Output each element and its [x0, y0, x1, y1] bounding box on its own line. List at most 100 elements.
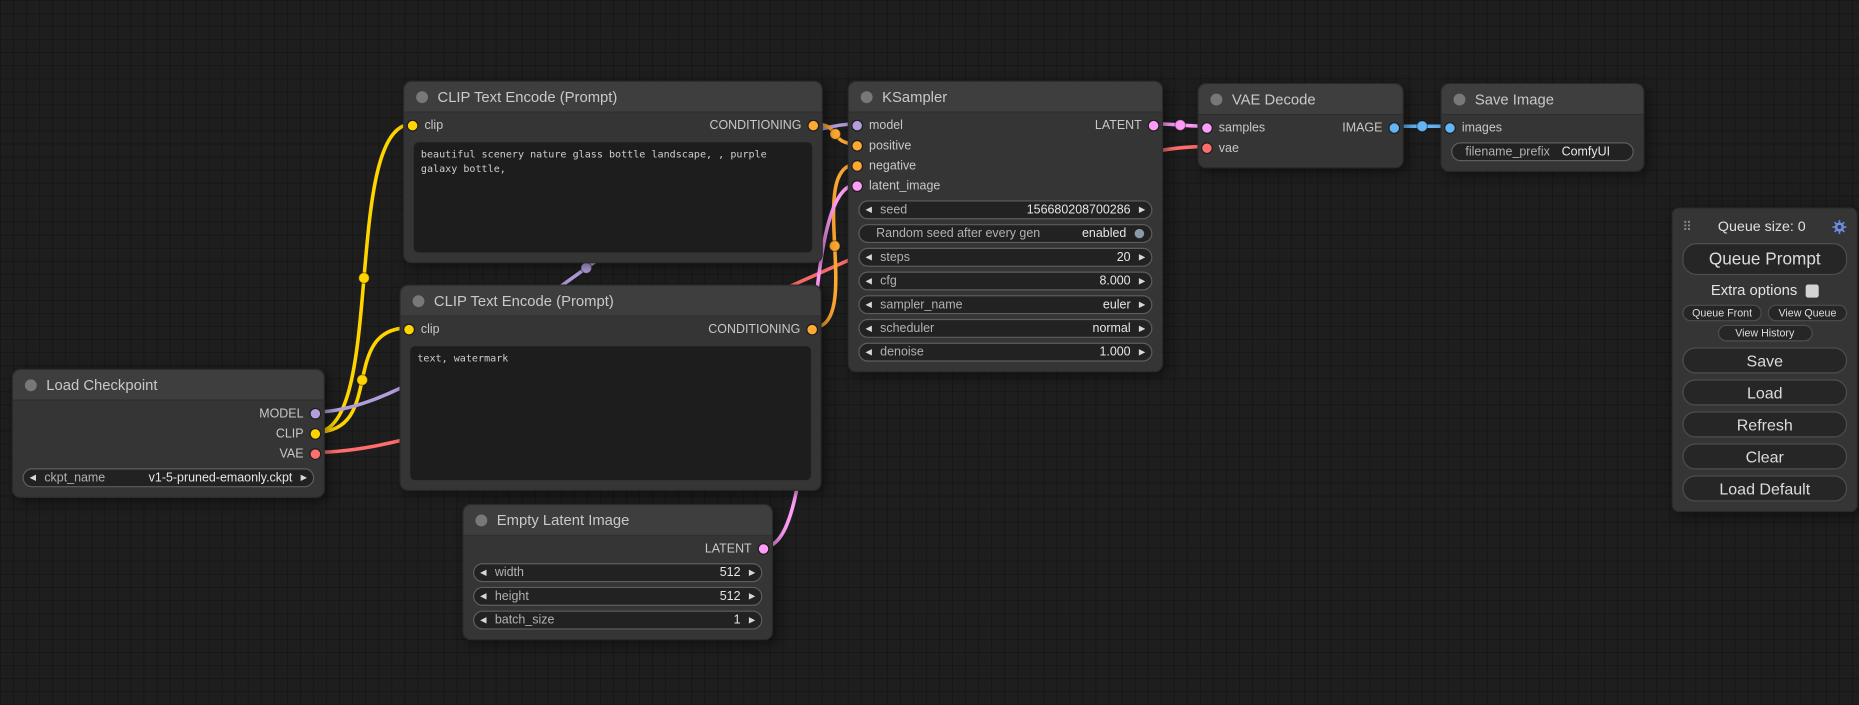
denoise-widget[interactable]: ◀ denoise 1.000 ▶ — [858, 343, 1152, 362]
input-slot-images[interactable] — [1445, 123, 1454, 132]
settings-gear-icon[interactable] — [1832, 219, 1847, 234]
decrement-arrow-icon[interactable]: ◀ — [865, 206, 871, 214]
combo-right-icon[interactable]: ▶ — [301, 474, 307, 482]
increment-arrow-icon[interactable]: ▶ — [749, 592, 755, 600]
increment-arrow-icon[interactable]: ▶ — [749, 616, 755, 624]
output-slot-model[interactable] — [311, 408, 320, 417]
node-graph-canvas[interactable]: Load Checkpoint MODEL CLIP VAE ◀ ckpt_na… — [0, 0, 1859, 705]
output-label-latent: LATENT — [1095, 118, 1142, 132]
filename-prefix-widget[interactable]: filename_prefix ComfyUI — [1451, 142, 1634, 161]
cfg-widget[interactable]: ◀ cfg 8.000 ▶ — [858, 272, 1152, 291]
combo-left-icon[interactable]: ◀ — [30, 474, 36, 482]
clear-button[interactable]: Clear — [1682, 443, 1847, 469]
combo-right-icon[interactable]: ▶ — [1139, 301, 1145, 309]
input-label-negative: negative — [869, 158, 916, 172]
prompt-textarea[interactable]: text, watermark — [410, 346, 811, 480]
queue-prompt-button[interactable]: Queue Prompt — [1682, 243, 1847, 275]
toggle-indicator-dot — [1135, 229, 1144, 238]
input-label-vae: vae — [1219, 140, 1239, 154]
height-widget[interactable]: ◀ height 512 ▶ — [473, 587, 762, 606]
node-title-bar[interactable]: Load Checkpoint — [13, 370, 324, 401]
input-slot-latent-image[interactable] — [852, 181, 861, 190]
input-slot-negative[interactable] — [852, 161, 861, 170]
node-collapse-dot[interactable] — [416, 91, 428, 103]
node-title-text: Empty Latent Image — [497, 512, 630, 529]
increment-arrow-icon[interactable]: ▶ — [1139, 253, 1145, 261]
input-slot-clip[interactable] — [404, 324, 413, 333]
node-collapse-dot[interactable] — [861, 91, 873, 103]
node-title-bar[interactable]: CLIP Text Encode (Prompt) — [404, 82, 821, 113]
output-slot-image[interactable] — [1390, 123, 1399, 132]
combo-left-icon[interactable]: ◀ — [865, 301, 871, 309]
input-slot-clip[interactable] — [408, 120, 417, 129]
extra-options-checkbox[interactable] — [1806, 284, 1819, 297]
load-button[interactable]: Load — [1682, 379, 1847, 405]
node-clip-text-encode-negative[interactable]: CLIP Text Encode (Prompt) clip CONDITION… — [400, 285, 822, 491]
queue-front-button[interactable]: Queue Front — [1682, 305, 1761, 322]
steps-widget[interactable]: ◀ steps 20 ▶ — [858, 248, 1152, 267]
node-collapse-dot[interactable] — [1454, 93, 1466, 105]
node-title-text: VAE Decode — [1232, 91, 1316, 108]
output-slot-latent[interactable] — [1149, 120, 1158, 129]
output-slot-vae[interactable] — [311, 449, 320, 458]
random-seed-toggle-widget[interactable]: Random seed after every gen enabled — [858, 224, 1152, 243]
save-button[interactable]: Save — [1682, 347, 1847, 373]
decrement-arrow-icon[interactable]: ◀ — [480, 592, 486, 600]
decrement-arrow-icon[interactable]: ◀ — [865, 348, 871, 356]
widget-value: 512 — [720, 566, 741, 580]
widget-value: 1.000 — [1099, 345, 1130, 359]
input-slot-samples[interactable] — [1202, 123, 1211, 132]
link-midpoint-dot — [830, 129, 841, 140]
output-label-clip: CLIP — [276, 426, 304, 440]
node-title-bar[interactable]: VAE Decode — [1199, 84, 1403, 115]
sampler-name-widget[interactable]: ◀ sampler_name euler ▶ — [858, 295, 1152, 314]
refresh-button[interactable]: Refresh — [1682, 411, 1847, 437]
node-save-image[interactable]: Save Image images filename_prefix ComfyU… — [1441, 83, 1645, 172]
decrement-arrow-icon[interactable]: ◀ — [480, 616, 486, 624]
decrement-arrow-icon[interactable]: ◀ — [865, 253, 871, 261]
node-load-checkpoint[interactable]: Load Checkpoint MODEL CLIP VAE ◀ ckpt_na… — [12, 369, 325, 498]
view-history-button[interactable]: View History — [1717, 325, 1812, 342]
widget-value: euler — [1103, 298, 1131, 312]
node-title-bar[interactable]: Empty Latent Image — [464, 505, 772, 536]
prompt-textarea[interactable]: beautiful scenery nature glass bottle la… — [414, 142, 812, 252]
increment-arrow-icon[interactable]: ▶ — [1139, 348, 1145, 356]
decrement-arrow-icon[interactable]: ◀ — [480, 568, 486, 576]
width-widget[interactable]: ◀ width 512 ▶ — [473, 563, 762, 582]
output-slot-conditioning[interactable] — [807, 324, 816, 333]
scheduler-widget[interactable]: ◀ scheduler normal ▶ — [858, 319, 1152, 338]
input-slot-model[interactable] — [852, 120, 861, 129]
increment-arrow-icon[interactable]: ▶ — [749, 568, 755, 576]
output-label-image: IMAGE — [1342, 120, 1382, 134]
combo-left-icon[interactable]: ◀ — [865, 324, 871, 332]
node-collapse-dot[interactable] — [475, 514, 487, 526]
node-title-bar[interactable]: Save Image — [1442, 84, 1644, 115]
node-collapse-dot[interactable] — [413, 295, 425, 307]
seed-widget[interactable]: ◀ seed 156680208700286 ▶ — [858, 200, 1152, 219]
node-title-bar[interactable]: KSampler — [849, 82, 1162, 113]
combo-right-icon[interactable]: ▶ — [1139, 324, 1145, 332]
batch-size-widget[interactable]: ◀ batch_size 1 ▶ — [473, 611, 762, 630]
input-slot-vae[interactable] — [1202, 143, 1211, 152]
widget-label: width — [495, 566, 524, 580]
output-label-model: MODEL — [259, 406, 303, 420]
output-slot-conditioning[interactable] — [809, 120, 818, 129]
node-vae-decode[interactable]: VAE Decode samples IMAGE vae — [1197, 83, 1403, 168]
node-title-bar[interactable]: CLIP Text Encode (Prompt) — [401, 286, 821, 317]
node-collapse-dot[interactable] — [1210, 93, 1222, 105]
input-slot-positive[interactable] — [852, 140, 861, 149]
drag-handle-icon[interactable]: ⠿ — [1682, 219, 1692, 234]
node-empty-latent-image[interactable]: Empty Latent Image LATENT ◀ width 512 ▶ … — [462, 504, 773, 640]
load-default-button[interactable]: Load Default — [1682, 475, 1847, 501]
output-slot-latent[interactable] — [759, 544, 768, 553]
increment-arrow-icon[interactable]: ▶ — [1139, 206, 1145, 214]
increment-arrow-icon[interactable]: ▶ — [1139, 277, 1145, 285]
view-queue-button[interactable]: View Queue — [1768, 305, 1847, 322]
ckpt-name-widget[interactable]: ◀ ckpt_name v1-5-pruned-emaonly.ckpt ▶ — [23, 468, 315, 487]
output-slot-clip[interactable] — [311, 429, 320, 438]
node-collapse-dot[interactable] — [25, 379, 37, 391]
node-title-text: KSampler — [882, 88, 947, 105]
node-clip-text-encode-positive[interactable]: CLIP Text Encode (Prompt) clip CONDITION… — [403, 81, 823, 264]
decrement-arrow-icon[interactable]: ◀ — [865, 277, 871, 285]
node-ksampler[interactable]: KSampler model LATENT positive negative … — [848, 81, 1163, 373]
